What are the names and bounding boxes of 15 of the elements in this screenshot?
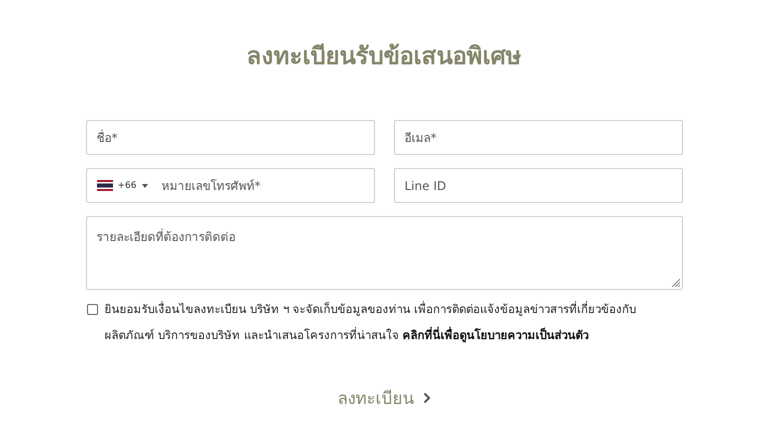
consent-text: ยินยอมรับเงื่อนไขลงทะเบียน บริษัท ฯ จะจัดเก็บข้อมูลของท่าน เพื่อการติดต่อแจ้งข้อมูลข่าวสารที่เกี่ยวข้องกับผลิตภัณฑ์ บริการของบริษัท และนำเสนอโครงการที่น่าสนใจ คลิกที่นี่เพื่อดูนโยบายความเป็นส่วนตัว bbox=[104, 300, 638, 344]
privacy-policy-link[interactable]: คลิกที่นี่เพื่อดูนโยบายความเป็นส่วนตัว bbox=[402, 328, 588, 342]
phone-field[interactable]: +66 หมายเลขโทรศัพท์* bbox=[86, 168, 374, 203]
consent-checkbox[interactable] bbox=[86, 304, 98, 315]
caret-icon[interactable] bbox=[142, 184, 148, 188]
chevron-right-icon bbox=[422, 392, 430, 404]
input-field[interactable]: อีเมล* bbox=[394, 120, 682, 155]
flag-icon bbox=[96, 180, 112, 191]
message-field[interactable]: รายละเอียดที่ต้องการติดต่อ bbox=[86, 216, 682, 290]
page-title: ลงทะเบียนรับข้อเสนอพิเศษ bbox=[246, 41, 522, 72]
resize-handle-icon[interactable] bbox=[670, 278, 680, 287]
dial-code[interactable]: +66 bbox=[118, 180, 136, 190]
submit-button[interactable]: ลงทะเบียน bbox=[332, 380, 436, 415]
input-field[interactable]: Line ID bbox=[394, 168, 682, 203]
input-field[interactable]: ชื่อ* bbox=[86, 120, 374, 155]
